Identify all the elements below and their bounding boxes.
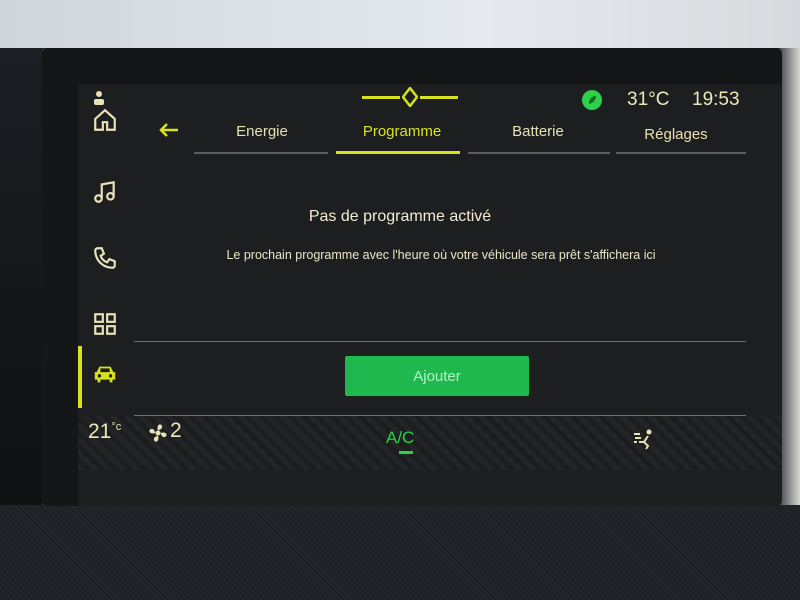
infotainment-screen: 31°C 19:53 Energie Programme Batterie Ré…: [42, 48, 782, 506]
air-distribution-icon[interactable]: [632, 428, 656, 450]
empty-state-title: Pas de programme activé: [308, 208, 492, 225]
logo-line-right: [420, 96, 458, 99]
tab-programme-underline: [336, 151, 460, 154]
brand-logo-icon: [401, 85, 419, 109]
dashboard-bezel-left: [0, 48, 42, 508]
brand-header: [362, 85, 458, 109]
status-indicator[interactable]: [582, 90, 602, 110]
tab-energie[interactable]: Energie: [222, 123, 302, 140]
add-program-button[interactable]: Ajouter: [345, 356, 529, 396]
cabin-temperature[interactable]: 21°c: [88, 420, 121, 444]
music-icon: [92, 179, 118, 210]
clock: 19:53: [692, 89, 740, 110]
outside-temperature: 31°C: [627, 89, 670, 110]
nav-vehicle[interactable]: [78, 346, 132, 406]
logo-line-left: [362, 96, 400, 99]
tab-reglages[interactable]: Réglages: [634, 126, 718, 143]
climate-bar: [78, 416, 782, 470]
fan-icon[interactable]: [147, 422, 169, 444]
car-icon: [92, 361, 118, 392]
home-icon: [92, 107, 118, 138]
leaf-icon: [589, 96, 596, 104]
tab-programme[interactable]: Programme: [348, 123, 456, 140]
tab-energie-underline: [194, 152, 328, 154]
tab-reglages-underline: [616, 152, 746, 154]
tab-batterie[interactable]: Batterie: [498, 123, 578, 140]
back-arrow-icon[interactable]: [158, 121, 180, 139]
content-divider: [134, 341, 746, 342]
ac-active-indicator: [399, 451, 413, 454]
cabin-temp-value: 21: [88, 420, 112, 443]
background-sky: [0, 0, 800, 48]
nav-home[interactable]: [78, 92, 132, 152]
tab-batterie-underline: [468, 152, 610, 154]
dashboard-trim: [0, 505, 800, 600]
fan-speed[interactable]: 2: [170, 419, 182, 443]
ac-toggle[interactable]: A/C: [386, 428, 414, 448]
empty-state-description: Le prochain programme avec l'heure où vo…: [226, 248, 656, 262]
cabin-temp-unit: °c: [111, 421, 122, 433]
apps-grid-icon: [92, 311, 118, 342]
